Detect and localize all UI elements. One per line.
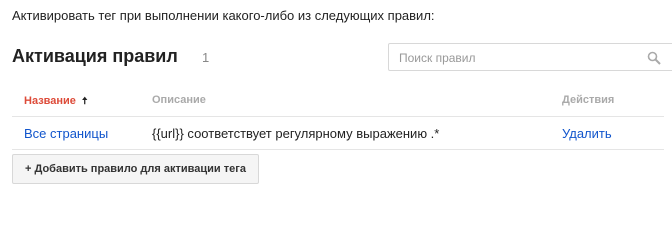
column-header-name[interactable]: Название 🠅: [24, 94, 87, 111]
sort-arrow-up-icon: 🠅: [81, 96, 88, 107]
search-icon[interactable]: [647, 51, 661, 65]
rules-table: Название 🠅 Описание Действия Все страницы…: [12, 84, 664, 150]
rule-count: 1: [202, 50, 210, 65]
section-title: Активация правил: [12, 46, 178, 66]
column-header-description[interactable]: Описание: [152, 94, 206, 106]
column-header-actions: Действия: [562, 94, 615, 106]
table-row: Все страницы {{url}} соответствует регул…: [12, 117, 664, 150]
search-input[interactable]: [399, 50, 629, 66]
search-box[interactable]: [388, 43, 672, 71]
column-header-name-label: Название: [24, 95, 76, 107]
rule-description: {{url}} соответствует регулярному выраже…: [152, 126, 440, 141]
table-header: Название 🠅 Описание Действия: [12, 84, 664, 117]
delete-rule-link[interactable]: Удалить: [562, 126, 612, 141]
rule-name-link[interactable]: Все страницы: [24, 126, 108, 141]
rules-header: Активация правил 1: [12, 40, 672, 76]
add-rule-button[interactable]: + Добавить правило для активации тега: [12, 154, 259, 184]
intro-text: Активировать тег при выполнении какого-л…: [12, 8, 435, 23]
